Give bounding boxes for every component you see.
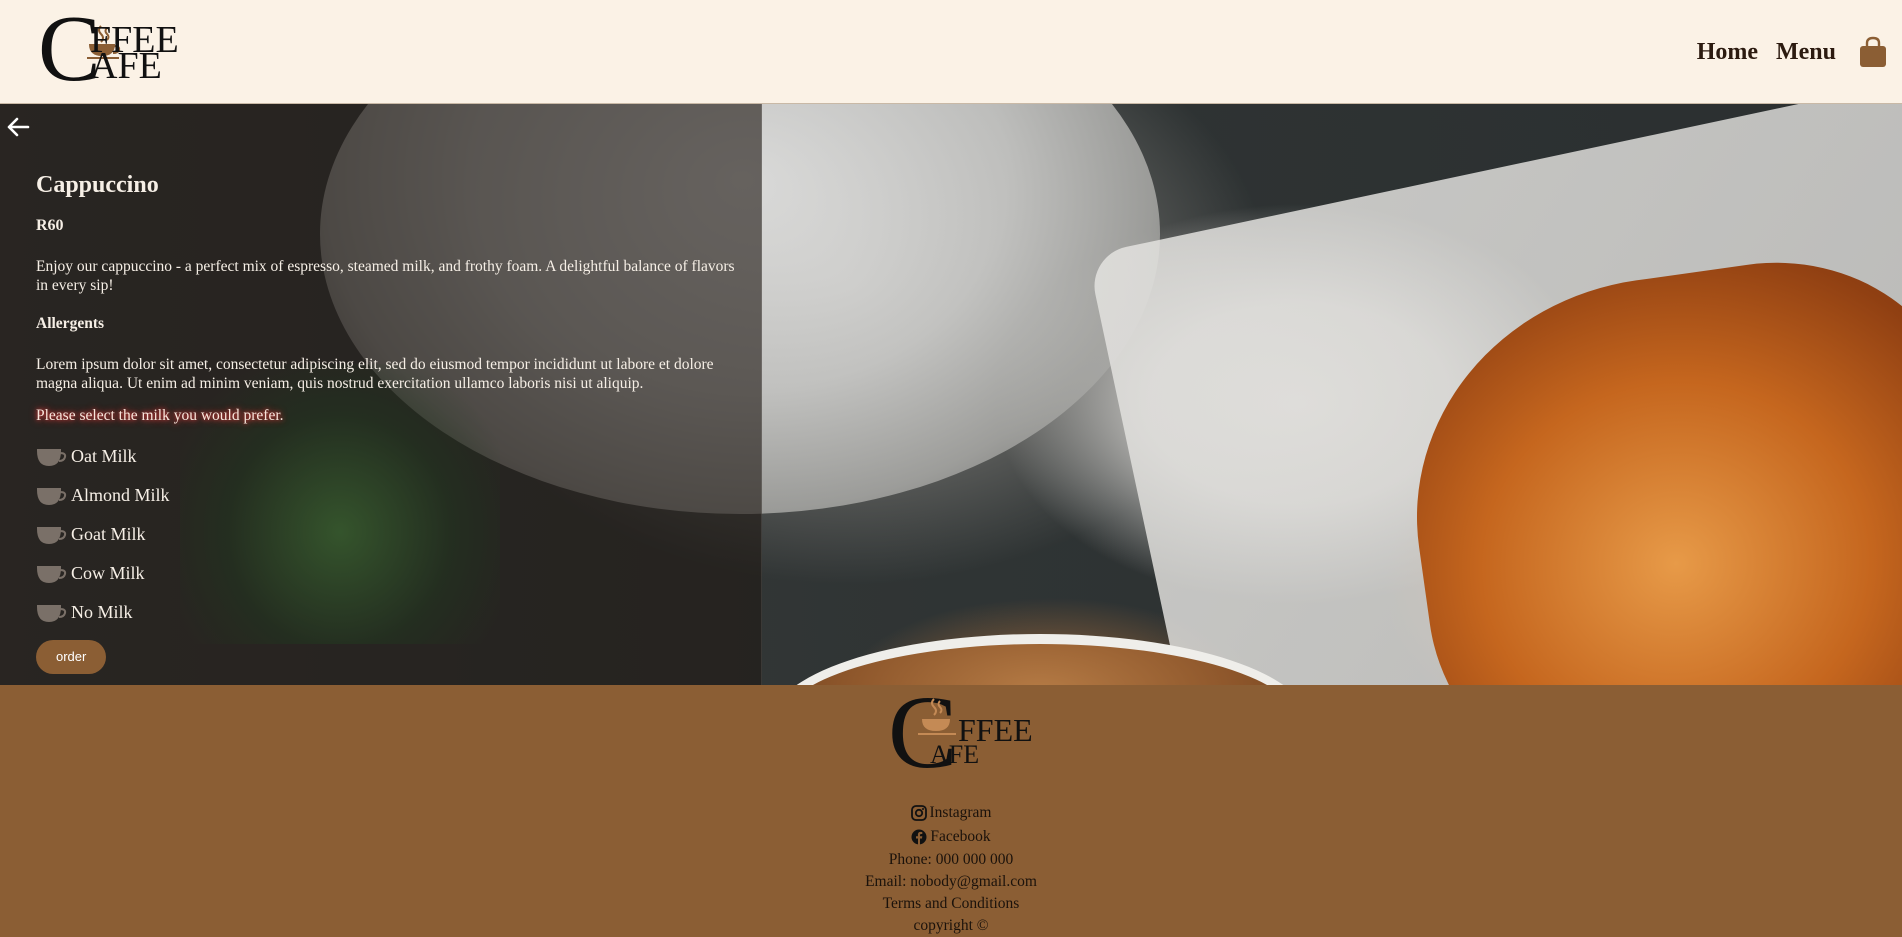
milk-option-label: No Milk [71,602,133,622]
milk-option-goat[interactable]: Goat Milk [36,515,736,554]
site-header: C FFEE AFE Home Menu [0,0,1902,104]
facebook-icon [911,829,927,845]
mug-icon [36,446,67,468]
footer-links: Instagram Facebook Phone: 000 000 000 Em… [0,801,1902,937]
product-content: Cappuccino R60 Enjoy our cappuccino - a … [36,172,736,674]
product-description: Enjoy our cappuccino - a perfect mix of … [36,258,735,294]
main-nav: Home Menu [1697,36,1902,68]
mug-icon [36,602,67,624]
site-footer: C FFEE AFE Instagram Facebook Phone: 000… [0,681,1902,937]
nav-home-link[interactable]: Home [1697,39,1758,66]
milk-option-label: Goat Milk [71,524,146,544]
terms-link[interactable]: Terms and Conditions [0,893,1902,915]
allergens-text: Lorem ipsum dolor sit amet, consectetur … [36,356,714,392]
product-price: R60 [36,217,64,234]
allergens-heading: Allergents [36,315,105,332]
footer-copyright: copyright © [913,917,989,934]
header-logo[interactable]: C FFEE AFE [38,2,218,96]
milk-option-label: Almond Milk [71,485,170,505]
instagram-label: Instagram [929,804,992,821]
facebook-link[interactable]: Facebook [0,825,1902,849]
mug-icon [36,524,67,546]
shopping-bag-icon[interactable] [1858,36,1888,68]
instagram-icon [910,805,927,821]
order-button[interactable]: order [36,640,107,674]
milk-option-label: Oat Milk [71,446,137,466]
coffee-cup-logo-icon [918,698,956,735]
milk-option-none[interactable]: No Milk [36,593,736,632]
product-hero: Cappuccino R60 Enjoy our cappuccino - a … [0,104,1902,685]
product-details-panel: Cappuccino R60 Enjoy our cappuccino - a … [0,104,762,685]
facebook-label: Facebook [930,828,991,845]
footer-logo[interactable]: C FFEE AFE [888,681,1048,792]
milk-prompt: Please select the milk you would prefer. [36,407,284,424]
logo-word-afe: AFE [930,740,980,769]
product-title: Cappuccino [36,172,159,198]
mug-icon [36,485,67,507]
footer-phone: Phone: 000 000 000 [888,851,1014,868]
mug-icon [36,563,67,585]
instagram-link[interactable]: Instagram [0,801,1902,825]
footer-email[interactable]: Email: nobody@gmail.com [0,871,1902,893]
milk-option-label: Cow Milk [71,563,145,583]
milk-option-oat[interactable]: Oat Milk [36,437,736,476]
arrow-left-icon[interactable] [6,116,30,138]
nav-menu-link[interactable]: Menu [1776,39,1836,66]
milk-option-almond[interactable]: Almond Milk [36,476,736,515]
logo-word-afe: AFE [90,45,162,87]
milk-option-cow[interactable]: Cow Milk [36,554,736,593]
